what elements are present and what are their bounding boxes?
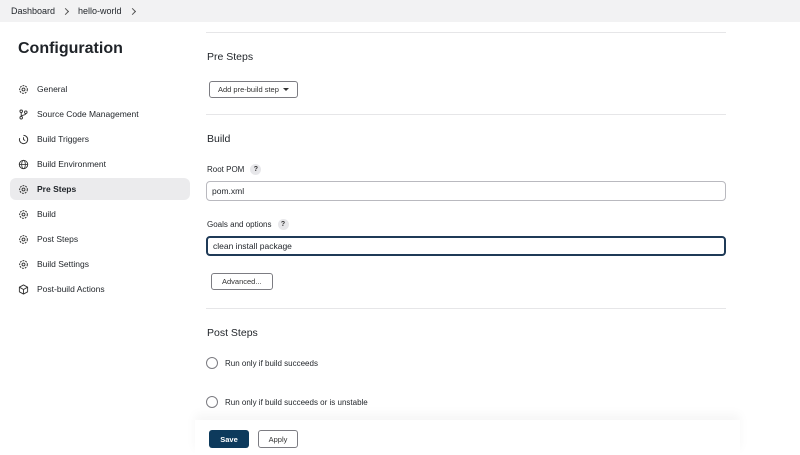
gear-icon	[18, 184, 29, 195]
advanced-button[interactable]: Advanced...	[211, 273, 273, 290]
chevron-right-icon[interactable]	[128, 7, 136, 15]
radio-button[interactable]	[206, 357, 218, 369]
gear-icon	[18, 209, 29, 220]
sidebar-item-build-settings[interactable]: Build Settings	[10, 253, 190, 275]
sidebar-item-label: Build	[37, 209, 56, 219]
pre-steps-title: Pre Steps	[207, 51, 254, 63]
add-pre-build-step-button[interactable]: Add pre-build step	[209, 81, 298, 98]
goals-label: Goals and options	[207, 220, 272, 229]
apply-button[interactable]: Apply	[258, 430, 298, 448]
footer-bar: Save Apply	[195, 420, 740, 455]
sidebar-item-post-build-actions[interactable]: Post-build Actions	[10, 278, 190, 300]
clock-icon	[18, 134, 29, 145]
add-pre-build-step-label: Add pre-build step	[218, 85, 279, 94]
caret-down-icon	[282, 88, 289, 91]
sidebar-item-label: Post Steps	[37, 234, 79, 244]
page-title: Configuration	[18, 40, 123, 57]
sidebar-item-label: General	[37, 84, 68, 94]
sidebar-item-label: Source Code Management	[37, 109, 139, 119]
sidebar: Configuration General Source Code Manage…	[10, 40, 190, 303]
sidebar-item-build-triggers[interactable]: Build Triggers	[10, 128, 190, 150]
sidebar-item-label: Build Environment	[37, 159, 106, 169]
help-icon[interactable]: ?	[250, 164, 262, 175]
radio-button[interactable]	[206, 396, 218, 408]
radio-run-if-succeeds-or-unstable[interactable]: Run only if build succeeds or is unstabl…	[206, 396, 368, 408]
goals-label-row: Goals and options ?	[207, 219, 289, 230]
sidebar-item-label: Pre Steps	[37, 184, 77, 194]
gear-icon	[18, 84, 29, 95]
sidebar-item-source-code-management[interactable]: Source Code Management	[10, 103, 190, 125]
root-pom-input[interactable]	[206, 181, 726, 201]
help-icon[interactable]: ?	[277, 219, 289, 230]
goals-input[interactable]	[206, 236, 726, 256]
radio-label: Run only if build succeeds or is unstabl…	[225, 397, 368, 407]
gear-icon	[18, 234, 29, 245]
sidebar-item-pre-steps[interactable]: Pre Steps	[10, 178, 190, 200]
chevron-right-icon	[61, 7, 70, 15]
root-pom-label-row: Root POM ?	[207, 164, 262, 175]
cube-icon	[18, 283, 29, 295]
sidebar-item-label: Build Triggers	[37, 134, 89, 144]
branch-icon	[18, 109, 29, 120]
sidebar-item-general[interactable]: General	[10, 78, 190, 100]
section-divider	[206, 114, 726, 115]
save-button[interactable]: Save	[209, 430, 249, 448]
breadcrumb: Dashboard hello-world	[0, 0, 800, 22]
sidebar-item-post-steps[interactable]: Post Steps	[10, 228, 190, 250]
sidebar-item-build-environment[interactable]: Build Environment	[10, 153, 190, 175]
radio-run-if-succeeds[interactable]: Run only if build succeeds	[206, 357, 318, 369]
build-title: Build	[207, 133, 231, 145]
post-steps-title: Post Steps	[207, 327, 258, 339]
gear-icon	[18, 259, 29, 270]
advanced-label: Advanced...	[222, 277, 262, 286]
globe-icon	[18, 159, 29, 170]
sidebar-item-label: Build Settings	[37, 259, 89, 269]
section-divider	[206, 32, 726, 33]
sidebar-item-build[interactable]: Build	[10, 203, 190, 225]
section-divider	[206, 308, 726, 309]
radio-label: Run only if build succeeds	[225, 358, 318, 368]
main-content: Pre Steps Add pre-build step Build Root …	[206, 22, 728, 408]
root-pom-label: Root POM	[207, 165, 245, 174]
sidebar-item-label: Post-build Actions	[37, 284, 105, 294]
breadcrumb-dashboard[interactable]: Dashboard	[11, 6, 55, 16]
breadcrumb-hello-world[interactable]: hello-world	[78, 6, 122, 16]
